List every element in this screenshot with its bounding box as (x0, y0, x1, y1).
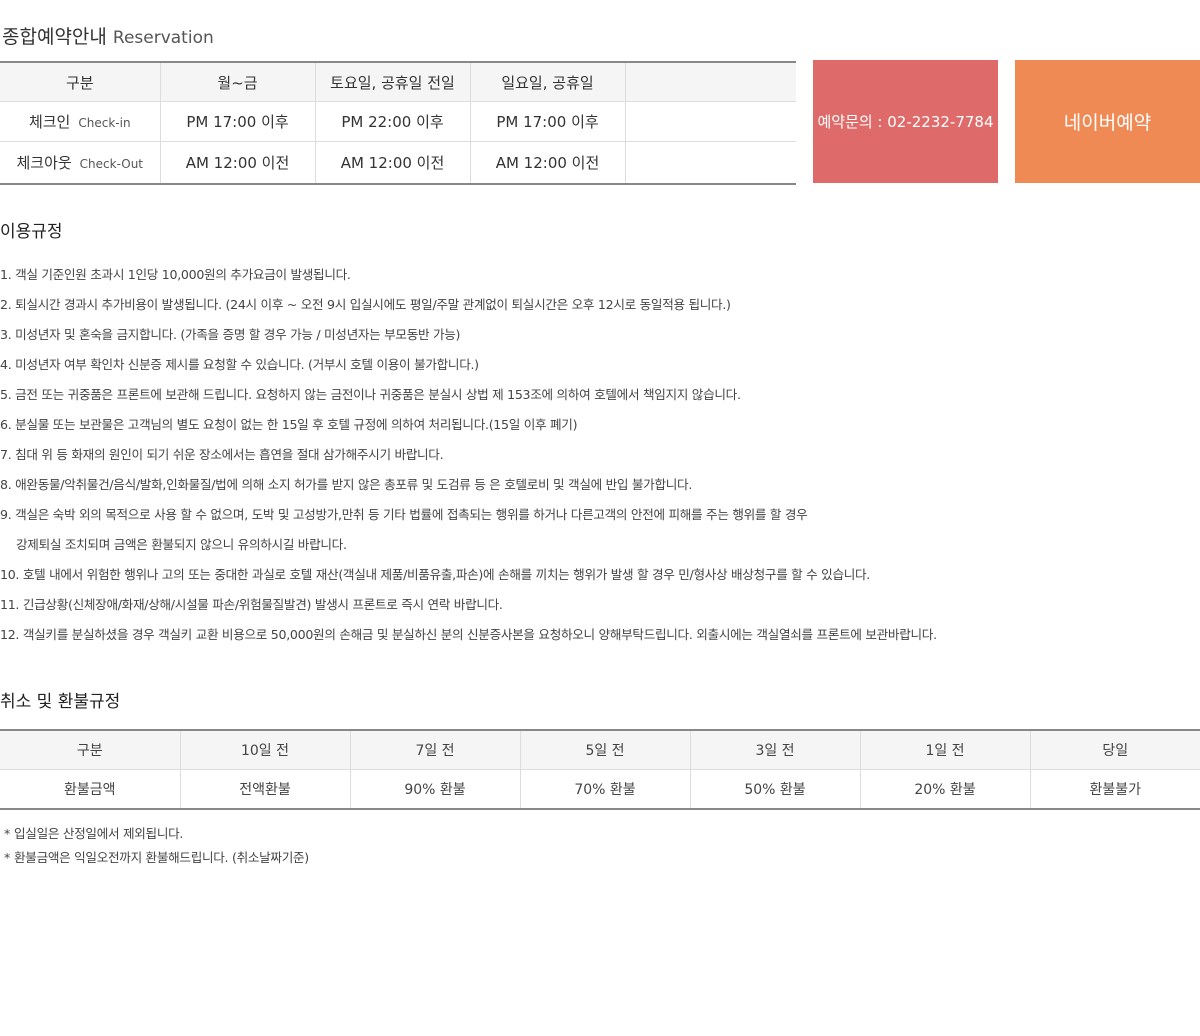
table-cell: AM 12:00 이전 (470, 141, 626, 184)
note-item: * 입실일은 산정일에서 제외됩니다. (4, 822, 309, 846)
table-cell: PM 22:00 이후 (315, 101, 471, 142)
header-cell: 10일 전 (180, 730, 351, 770)
list-item: 강제퇴실 조치되며 금액은 환불되지 않으니 유의하시길 바랍니다. (16, 537, 347, 552)
checkin-label: 체크인 (28, 113, 71, 131)
table-cell (625, 141, 796, 184)
refund-policy-title: 취소 및 환불규정 (0, 692, 121, 712)
header-cell: 5일 전 (520, 730, 691, 770)
header-cell: 7일 전 (350, 730, 521, 770)
list-item: 4. 미성년자 여부 확인차 신분증 제시를 요청할 수 있습니다. (거부시 … (0, 357, 479, 372)
list-item: 1. 객실 기준인원 초과시 1인당 10,000원의 추가요금이 발생됩니다. (0, 267, 351, 282)
list-item: 3. 미성년자 및 혼숙을 금지합니다. (가족을 증명 할 경우 가능 / 미… (0, 327, 461, 342)
header-cell: 3일 전 (690, 730, 861, 770)
list-item: 2. 퇴실시간 경과시 추가비용이 발생됩니다. (24시 이후 ~ 오전 9시… (0, 297, 731, 312)
header-cell: 토요일, 공휴일 전일 (315, 62, 471, 102)
list-item: 6. 분실물 또는 보관물은 고객님의 별도 요청이 없는 한 15일 후 호텔… (0, 417, 578, 432)
header-cell: 1일 전 (860, 730, 1031, 770)
table-cell: 20% 환불 (860, 769, 1031, 809)
table-cell: PM 17:00 이후 (470, 101, 626, 142)
table-row: 환불금액 전액환불 90% 환불 70% 환불 50% 환불 20% 환불 환불… (0, 769, 1200, 809)
reservation-inquiry-button[interactable]: 예약문의 : 02-2232-7784 (813, 60, 998, 183)
note-item: * 환불금액은 익일오전까지 환불해드립니다. (취소날짜기준) (4, 846, 309, 870)
table-cell: 환불금액 (0, 769, 181, 809)
header-cell: 구분 (0, 730, 181, 770)
list-item: 5. 금전 또는 귀중품은 프론트에 보관해 드립니다. 요청하지 않는 금전이… (0, 387, 741, 402)
checkin-label-en: Check-in (78, 116, 131, 130)
asterisk-icon: * (4, 826, 10, 841)
list-item: 10. 호텔 내에서 위험한 행위나 고의 또는 중대한 과실로 호텔 재산(객… (0, 567, 871, 582)
table-cell (625, 101, 796, 142)
table-cell: 70% 환불 (520, 769, 691, 809)
table-cell: 환불불가 (1030, 769, 1200, 809)
page-header: 종합예약안내 Reservation (2, 22, 214, 50)
row-label: 체크인 Check-in (0, 101, 161, 142)
row-label: 체크아웃 Check-Out (0, 141, 161, 184)
list-item: 7. 침대 위 등 화재의 원인이 되기 쉬운 장소에서는 흡연을 절대 삼가해… (0, 447, 444, 462)
list-item: 9. 객실은 숙박 외의 목적으로 사용 할 수 없으며, 도박 및 고성방가,… (0, 507, 808, 522)
header-cell: 구분 (0, 62, 161, 102)
table-cell: PM 17:00 이후 (160, 101, 316, 142)
note-text: 환불금액은 익일오전까지 환불해드립니다. (취소날짜기준) (14, 850, 309, 865)
table-row: 체크인 Check-in PM 17:00 이후 PM 22:00 이후 PM 1… (0, 101, 796, 142)
page-subtitle: Reservation (112, 28, 214, 48)
table-header-row: 구분 10일 전 7일 전 5일 전 3일 전 1일 전 당일 (0, 730, 1200, 770)
page-title: 종합예약안내 (2, 26, 107, 48)
refund-notes: * 입실일은 산정일에서 제외됩니다. * 환불금액은 익일오전까지 환불해드립니다… (4, 822, 309, 870)
list-item: 11. 긴급상황(신체장애/화재/상해/시설물 파손/위험물질발견) 발생시 프… (0, 597, 503, 612)
naver-reservation-button[interactable]: 네이버예약 (1015, 60, 1200, 183)
note-text: 입실일은 산정일에서 제외됩니다. (14, 826, 184, 841)
header-cell (625, 62, 796, 102)
usage-rules-list: 1. 객실 기준인원 초과시 1인당 10,000원의 추가요금이 발생됩니다.… (0, 260, 937, 650)
table-cell: AM 12:00 이전 (315, 141, 471, 184)
list-item: 12. 객실키를 분실하셨을 경우 객실키 교환 비용으로 50,000원의 손… (0, 627, 937, 642)
table-row: 체크아웃 Check-Out AM 12:00 이전 AM 12:00 이전 AM… (0, 141, 796, 184)
header-cell: 일요일, 공휴일 (470, 62, 626, 102)
refund-table: 구분 10일 전 7일 전 5일 전 3일 전 1일 전 당일 환불금액 전액환… (0, 729, 1200, 810)
table-cell: AM 12:00 이전 (160, 141, 316, 184)
checkout-label-en: Check-Out (79, 157, 144, 171)
header-cell: 월~금 (160, 62, 316, 102)
table-header-row: 구분 월~금 토요일, 공휴일 전일 일요일, 공휴일 (0, 62, 796, 102)
usage-rules-title: 이용규정 (0, 222, 63, 242)
header-cell: 당일 (1030, 730, 1200, 770)
table-cell: 50% 환불 (690, 769, 861, 809)
list-item: 8. 애완동물/악취물건/음식/발화,인화물질/법에 의해 소지 허가를 받지 … (0, 477, 693, 492)
table-cell: 전액환불 (180, 769, 351, 809)
reservation-table: 구분 월~금 토요일, 공휴일 전일 일요일, 공휴일 체크인 Check-in … (0, 61, 796, 185)
asterisk-icon: * (4, 850, 10, 865)
table-cell: 90% 환불 (350, 769, 521, 809)
checkout-label: 체크아웃 (16, 154, 72, 172)
